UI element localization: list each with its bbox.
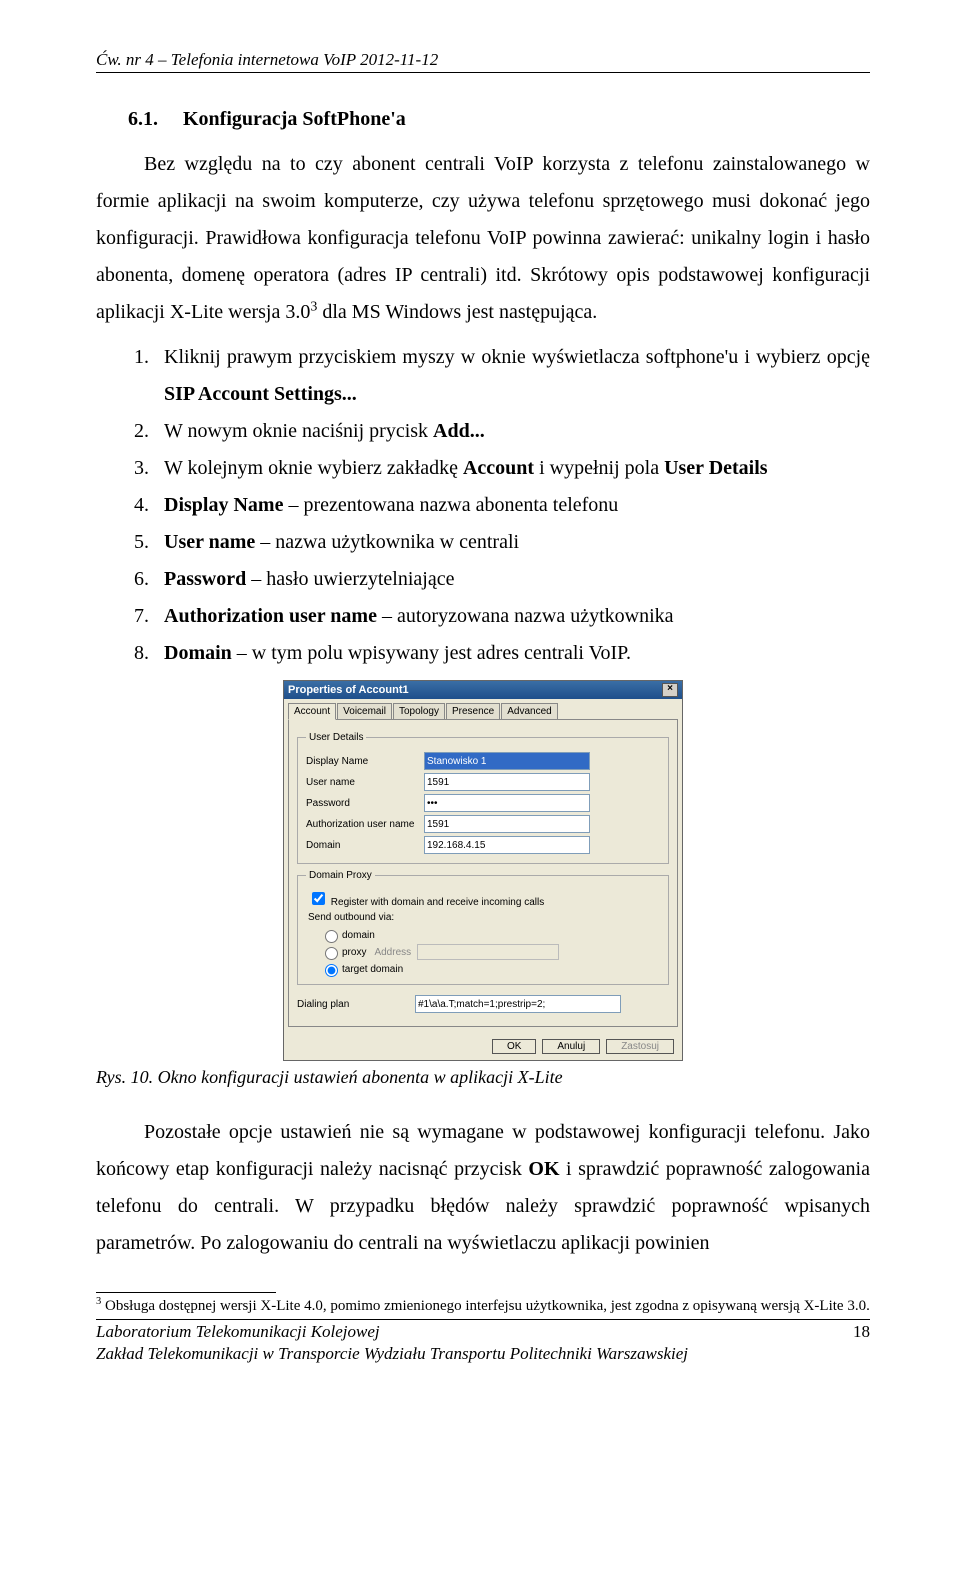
step-item: Kliknij prawym przyciskiem myszy w oknie… — [154, 339, 870, 413]
auth-user-label: Authorization user name — [306, 819, 424, 830]
step-item: W kolejnym oknie wybierz zakładkę Accoun… — [154, 450, 870, 487]
cancel-button[interactable]: Anuluj — [542, 1039, 600, 1054]
dialing-plan-input[interactable] — [415, 995, 621, 1013]
tab-account[interactable]: Account — [288, 703, 336, 720]
user-details-fieldset: User Details Display Name User name Pass… — [297, 732, 669, 864]
figure-caption: Rys. 10. Okno konfiguracji ustawień abon… — [96, 1067, 870, 1088]
step-item: Display Name – prezentowana nazwa abonen… — [154, 487, 870, 524]
dialog-title: Properties of Account1 — [288, 684, 409, 696]
tab-voicemail[interactable]: Voicemail — [337, 703, 392, 720]
paragraph-1: Bez względu na to czy abonent centrali V… — [96, 146, 870, 331]
footnote: 3 Obsługa dostępnej wersji X-Lite 4.0, p… — [96, 1295, 870, 1317]
user-name-label: User name — [306, 777, 424, 788]
display-name-label: Display Name — [306, 756, 424, 767]
section-number: 6.1. — [128, 108, 158, 130]
step-item: Authorization user name – autoryzowana n… — [154, 598, 870, 635]
step-item: User name – nazwa użytkownika w centrali — [154, 524, 870, 561]
page-number: 18 — [853, 1322, 870, 1342]
display-name-input[interactable] — [424, 752, 590, 770]
properties-dialog: Properties of Account1 × Account Voicema… — [283, 680, 683, 1061]
register-checkbox[interactable] — [312, 892, 325, 905]
domain-proxy-legend: Domain Proxy — [306, 870, 375, 881]
dialing-plan-label: Dialing plan — [297, 999, 415, 1010]
domain-input[interactable] — [424, 836, 590, 854]
domain-label: Domain — [306, 840, 424, 851]
auth-user-input[interactable] — [424, 815, 590, 833]
step-item: W nowym oknie naciśnij prycisk Add... — [154, 413, 870, 450]
radio-proxy[interactable] — [325, 947, 338, 960]
tab-presence[interactable]: Presence — [446, 703, 500, 720]
apply-button[interactable]: Zastosuj — [606, 1039, 674, 1054]
radio-target[interactable] — [325, 964, 338, 977]
register-checkbox-row: Register with domain and receive incomin… — [308, 889, 660, 908]
dialog-tabs: Account Voicemail Topology Presence Adva… — [288, 703, 678, 720]
radio-target-label: target domain — [342, 964, 403, 975]
proxy-address-label: Address — [374, 947, 411, 958]
ok-button[interactable]: OK — [492, 1039, 536, 1054]
close-icon[interactable]: × — [662, 683, 678, 697]
domain-proxy-fieldset: Domain Proxy Register with domain and re… — [297, 870, 669, 985]
step-item: Password – hasło uwierzytelniające — [154, 561, 870, 598]
tab-advanced[interactable]: Advanced — [501, 703, 557, 720]
user-details-legend: User Details — [306, 732, 366, 743]
section-title: Konfiguracja SoftPhone'a — [183, 108, 406, 130]
radio-domain-label: domain — [342, 930, 375, 941]
step-item: Domain – w tym polu wpisywany jest adres… — [154, 635, 870, 672]
footnote-separator — [96, 1292, 276, 1293]
footer-left: Laboratorium Telekomunikacji Kolejowej — [96, 1322, 380, 1342]
steps-list: Kliknij prawym przyciskiem myszy w oknie… — [124, 339, 870, 672]
paragraph-2: Pozostałe opcje ustawień nie są wymagane… — [96, 1114, 870, 1262]
tab-topology[interactable]: Topology — [393, 703, 445, 720]
register-checkbox-label: Register with domain and receive incomin… — [331, 897, 544, 908]
radio-domain[interactable] — [325, 930, 338, 943]
dialog-titlebar: Properties of Account1 × — [284, 681, 682, 699]
footer-line-2: Zakład Telekomunikacji w Transporcie Wyd… — [96, 1344, 870, 1364]
page-header: Ćw. nr 4 – Telefonia internetowa VoIP 20… — [96, 50, 870, 73]
footer-separator — [96, 1319, 870, 1320]
radio-proxy-label: proxy — [342, 947, 366, 958]
user-name-input[interactable] — [424, 773, 590, 791]
password-input[interactable] — [424, 794, 590, 812]
send-via-label: Send outbound via: — [308, 912, 660, 923]
proxy-address-input[interactable] — [417, 944, 559, 960]
password-label: Password — [306, 798, 424, 809]
dialog-buttons: OK Anuluj Zastosuj — [284, 1033, 682, 1060]
